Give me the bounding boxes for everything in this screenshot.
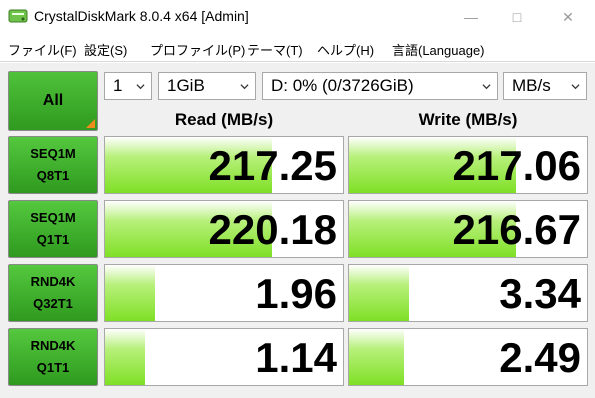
write-level-bar xyxy=(349,265,409,321)
read-result: 1.14 xyxy=(104,328,344,386)
test-name: RND4K xyxy=(30,274,76,289)
menu-help[interactable]: ヘルプ(H) xyxy=(317,40,374,59)
menu-bar: ファイル(F) 設定(S) プロファイル(P) テーマ(T) ヘルプ(H) 言語… xyxy=(0,34,595,62)
test-params: Q1T1 xyxy=(36,232,70,247)
write-header: Write (MB/s) xyxy=(418,110,518,129)
all-button[interactable]: All xyxy=(8,71,98,131)
title-bar: CrystalDiskMark 8.0.4 x64 [Admin] — □ ✕ xyxy=(0,0,595,34)
chevron-down-icon xyxy=(571,84,580,90)
write-value: 216.67 xyxy=(452,206,581,253)
maximize-button[interactable]: □ xyxy=(494,0,540,34)
menu-file[interactable]: ファイル(F) xyxy=(8,40,77,59)
write-result: 216.67 xyxy=(348,200,588,258)
test-name: SEQ1M xyxy=(30,210,76,225)
size-select[interactable]: 1GiB xyxy=(158,72,256,100)
test-button-seq1m-q1t1[interactable]: SEQ1M Q1T1 xyxy=(8,200,98,258)
test-button-rnd4k-q32t1[interactable]: RND4K Q32T1 xyxy=(8,264,98,322)
read-value: 217.25 xyxy=(208,142,337,189)
read-header: Read (MB/s) xyxy=(174,110,274,129)
count-select[interactable]: 1 xyxy=(104,72,152,100)
write-value: 217.06 xyxy=(452,142,581,189)
read-value: 1.96 xyxy=(255,270,337,317)
test-name: RND4K xyxy=(30,338,76,353)
disk-icon xyxy=(8,9,28,23)
write-value: 3.34 xyxy=(499,270,581,317)
main-panel: All 1 1GiB D: 0% (0/3726GiB) MB/s Read (… xyxy=(0,63,595,398)
read-result: 220.18 xyxy=(104,200,344,258)
write-result: 217.06 xyxy=(348,136,588,194)
chevron-down-icon xyxy=(136,84,145,90)
read-result: 1.96 xyxy=(104,264,344,322)
chevron-down-icon xyxy=(240,84,249,90)
menu-theme[interactable]: テーマ(T) xyxy=(247,40,303,59)
unit-select[interactable]: MB/s xyxy=(503,72,587,100)
window-title: CrystalDiskMark 8.0.4 x64 [Admin] xyxy=(34,8,249,24)
drive-select[interactable]: D: 0% (0/3726GiB) xyxy=(262,72,498,100)
read-value: 220.18 xyxy=(208,206,337,253)
read-level-bar xyxy=(105,329,146,385)
read-level-bar xyxy=(105,265,155,321)
close-button[interactable]: ✕ xyxy=(545,0,591,34)
test-name: SEQ1M xyxy=(30,146,76,161)
test-button-rnd4k-q1t1[interactable]: RND4K Q1T1 xyxy=(8,328,98,386)
write-level-bar xyxy=(349,329,404,385)
test-params: Q32T1 xyxy=(33,296,73,311)
count-value: 1 xyxy=(113,76,123,95)
minimize-button[interactable]: — xyxy=(448,0,494,34)
read-result: 217.25 xyxy=(104,136,344,194)
write-value: 2.49 xyxy=(499,334,581,381)
chevron-down-icon xyxy=(482,84,491,90)
test-params: Q8T1 xyxy=(36,168,70,183)
unit-value: MB/s xyxy=(512,76,551,95)
drive-value: D: 0% (0/3726GiB) xyxy=(271,76,414,95)
test-params: Q1T1 xyxy=(36,360,70,375)
corner-marker xyxy=(86,119,95,128)
write-result: 2.49 xyxy=(348,328,588,386)
menu-profile[interactable]: プロファイル(P) xyxy=(150,40,245,59)
write-result: 3.34 xyxy=(348,264,588,322)
read-value: 1.14 xyxy=(255,334,337,381)
test-button-seq1m-q8t1[interactable]: SEQ1M Q8T1 xyxy=(8,136,98,194)
menu-language[interactable]: 言語(Language) xyxy=(392,40,485,59)
all-button-label: All xyxy=(42,92,64,109)
size-value: 1GiB xyxy=(167,76,205,95)
menu-settings[interactable]: 設定(S) xyxy=(84,40,127,59)
